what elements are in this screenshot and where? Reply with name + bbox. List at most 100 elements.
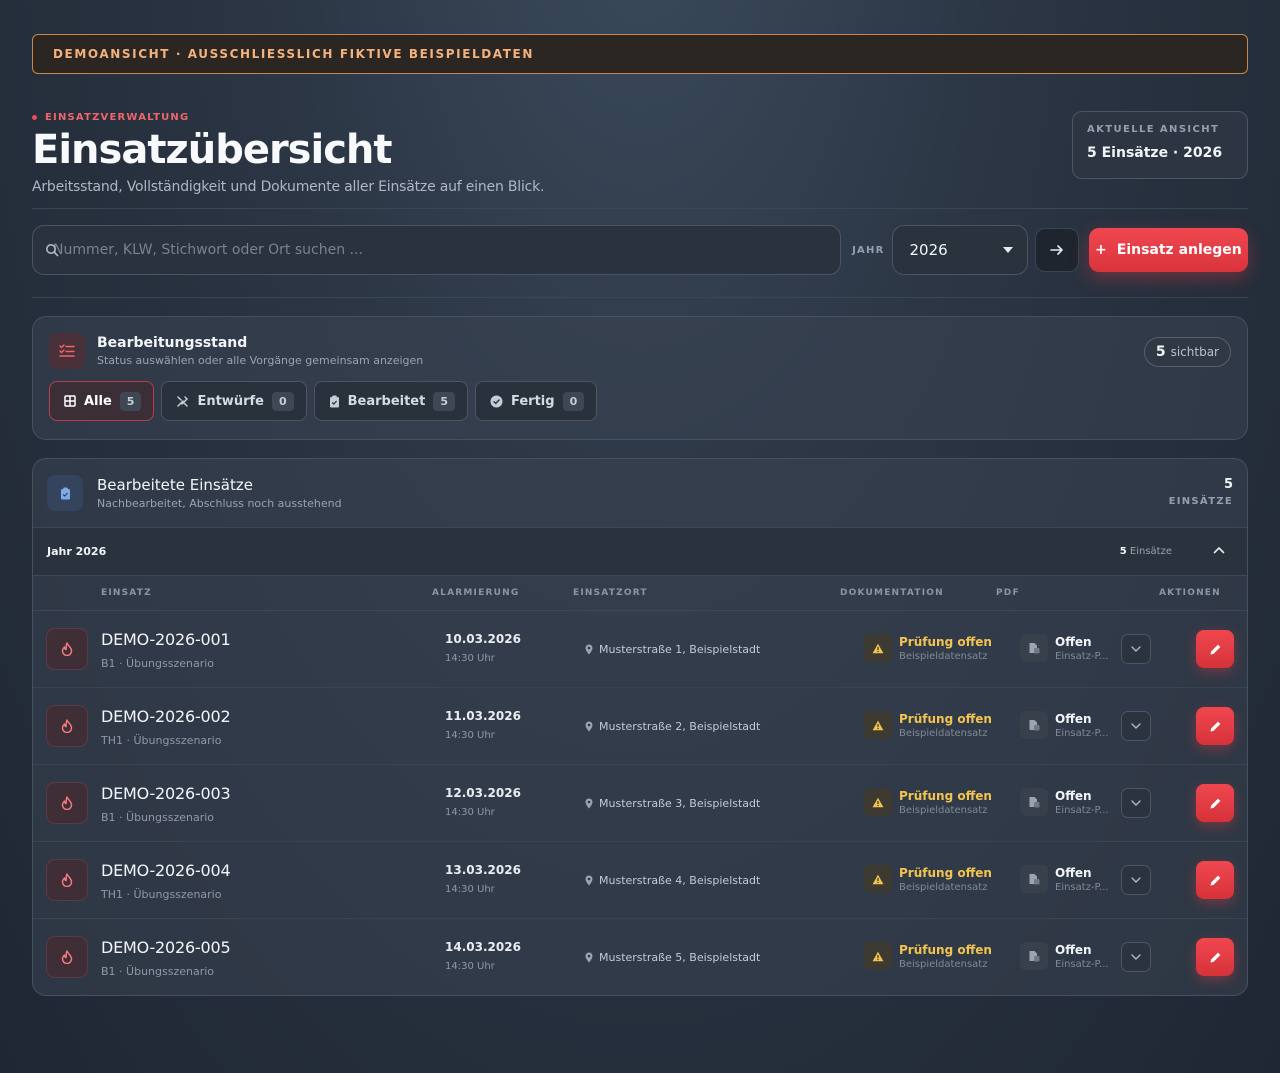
alarm-date: 14.03.2026 xyxy=(445,940,521,954)
edit-button[interactable] xyxy=(1196,630,1234,668)
einsatz-type: B1 · Übungsszenario xyxy=(101,965,215,978)
file-pdf-icon xyxy=(1020,711,1048,739)
clipboard-icon xyxy=(47,475,83,511)
chevron-down-icon xyxy=(1131,877,1141,883)
divider xyxy=(32,297,1248,298)
chevron-down-icon xyxy=(1131,646,1141,652)
page-header: EINSATZVERWALTUNG Einsatzübersicht Arbei… xyxy=(32,111,1248,208)
caret-down-icon xyxy=(1002,247,1013,253)
location-label: Musterstraße 1, Beispielstadt xyxy=(599,643,761,656)
plus-icon: + xyxy=(1095,242,1107,258)
warning-icon xyxy=(864,942,892,970)
file-pdf-icon xyxy=(1020,788,1048,816)
table-row[interactable]: DEMO-2026-003 B1 · Übungsszenario 12.03.… xyxy=(33,765,1247,842)
einsatzort: Musterstraße 1, Beispielstadt xyxy=(585,643,760,656)
add-einsatz-button[interactable]: + Einsatz anlegen xyxy=(1088,228,1248,272)
year-select-value: 2026 xyxy=(909,241,948,259)
einsatz-number[interactable]: DEMO-2026-005 xyxy=(101,938,231,957)
filter-count: 5 xyxy=(433,391,455,411)
expand-row-button[interactable] xyxy=(1121,711,1151,741)
edit-button[interactable] xyxy=(1196,784,1234,822)
table-row[interactable]: DEMO-2026-004 TH1 · Übungsszenario 13.03… xyxy=(33,842,1247,919)
pencil-icon xyxy=(1210,952,1220,962)
pdf-status-label: Offen xyxy=(1055,942,1092,957)
search-input[interactable] xyxy=(53,242,813,258)
pdf-status: Offen Einsatz-P... xyxy=(1020,634,1109,662)
einsatz-number[interactable]: DEMO-2026-002 xyxy=(101,707,231,726)
doc-status-label: Prüfung offen xyxy=(899,788,992,803)
table-row[interactable]: DEMO-2026-001 B1 · Übungsszenario 10.03.… xyxy=(33,611,1247,688)
year-group-header[interactable]: Jahr 2026 5 Einsätze xyxy=(33,527,1247,576)
expand-row-button[interactable] xyxy=(1121,942,1151,972)
doc-status-sub: Beispieldatensatz xyxy=(899,881,988,893)
filter-alle[interactable]: Alle 5 xyxy=(49,381,155,421)
current-view-label: AKTUELLE ANSICHT xyxy=(1087,124,1220,135)
doc-status-sub: Beispieldatensatz xyxy=(899,804,988,816)
table-row[interactable]: DEMO-2026-005 B1 · Übungsszenario 14.03.… xyxy=(33,919,1247,995)
year-group-count-number: 5 xyxy=(1119,546,1127,557)
fire-icon xyxy=(46,859,88,901)
edit-button[interactable] xyxy=(1196,861,1234,899)
file-pdf-icon xyxy=(1020,634,1048,662)
location-label: Musterstraße 2, Beispielstadt xyxy=(599,720,761,733)
fire-icon xyxy=(46,628,88,670)
current-view-card: AKTUELLE ANSICHT 5 Einsätze · 2026 xyxy=(1072,111,1248,179)
alarm-time: 14:30 Uhr xyxy=(445,961,495,972)
page-subtitle: Arbeitsstand, Vollständigkeit und Dokume… xyxy=(32,179,545,195)
edit-button[interactable] xyxy=(1196,938,1234,976)
doc-status: Prüfung offen Beispieldatensatz xyxy=(864,634,992,662)
doc-status-label: Prüfung offen xyxy=(899,865,992,880)
einsatz-number[interactable]: DEMO-2026-001 xyxy=(101,630,231,649)
einsatz-type: B1 · Übungsszenario xyxy=(101,811,215,824)
expand-row-button[interactable] xyxy=(1121,634,1151,664)
einsatzort: Musterstraße 4, Beispielstadt xyxy=(585,874,760,887)
chevron-down-icon xyxy=(1131,954,1141,960)
expand-row-button[interactable] xyxy=(1121,865,1151,895)
expand-row-button[interactable] xyxy=(1121,788,1151,818)
location-pin-icon xyxy=(585,721,593,732)
fire-icon xyxy=(46,936,88,978)
pdf-status-label: Offen xyxy=(1055,788,1092,803)
year-label: JAHR xyxy=(852,244,885,256)
pencil-icon xyxy=(1210,721,1220,731)
pencil-icon xyxy=(1210,644,1220,654)
filter-fertig[interactable]: Fertig 0 xyxy=(475,381,598,421)
year-select[interactable]: 2026 xyxy=(892,225,1028,275)
checklist-icon xyxy=(49,333,85,369)
add-einsatz-label: Einsatz anlegen xyxy=(1116,242,1242,258)
filter-entwuerfe[interactable]: Entwürfe 0 xyxy=(161,381,307,421)
alarm-date: 13.03.2026 xyxy=(445,863,521,877)
alarm-time: 14:30 Uhr xyxy=(445,730,495,741)
doc-status-sub: Beispieldatensatz xyxy=(899,958,988,970)
alarm-date: 10.03.2026 xyxy=(445,632,521,646)
location-pin-icon xyxy=(585,875,593,886)
search-icon xyxy=(46,244,59,257)
einsatzort: Musterstraße 5, Beispielstadt xyxy=(585,951,760,964)
pdf-status-sub: Einsatz-P... xyxy=(1055,804,1109,816)
tools-icon xyxy=(177,395,189,407)
einsatzort: Musterstraße 3, Beispielstadt xyxy=(585,797,760,810)
list-count: 5 EINSÄTZE xyxy=(1169,477,1233,507)
filter-bearbeitet[interactable]: Bearbeitet 5 xyxy=(313,381,468,421)
col-aktionen: AKTIONEN xyxy=(1159,588,1221,598)
filter-count: 5 xyxy=(119,391,142,411)
filter-label: Bearbeitet xyxy=(347,393,426,409)
table-row[interactable]: DEMO-2026-002 TH1 · Übungsszenario 11.03… xyxy=(33,688,1247,765)
pdf-status: Offen Einsatz-P... xyxy=(1020,942,1109,970)
file-pdf-icon xyxy=(1020,942,1048,970)
warning-icon xyxy=(864,634,892,662)
einsatz-number[interactable]: DEMO-2026-004 xyxy=(101,861,231,880)
doc-status: Prüfung offen Beispieldatensatz xyxy=(864,788,992,816)
fire-icon xyxy=(46,782,88,824)
table-header: EINSATZ ALARMIERUNG EINSATZORT DOKUMENTA… xyxy=(33,576,1247,611)
chevron-up-icon[interactable] xyxy=(1213,546,1225,554)
list-count-unit: EINSÄTZE xyxy=(1168,496,1233,507)
apply-year-button[interactable] xyxy=(1034,228,1079,272)
warning-icon xyxy=(864,788,892,816)
einsatz-type: B1 · Übungsszenario xyxy=(101,657,215,670)
visible-count: 5 xyxy=(1155,344,1166,360)
einsatz-type: TH1 · Übungsszenario xyxy=(101,888,222,901)
doc-status: Prüfung offen Beispieldatensatz xyxy=(864,942,992,970)
edit-button[interactable] xyxy=(1196,707,1234,745)
einsatz-number[interactable]: DEMO-2026-003 xyxy=(101,784,231,803)
